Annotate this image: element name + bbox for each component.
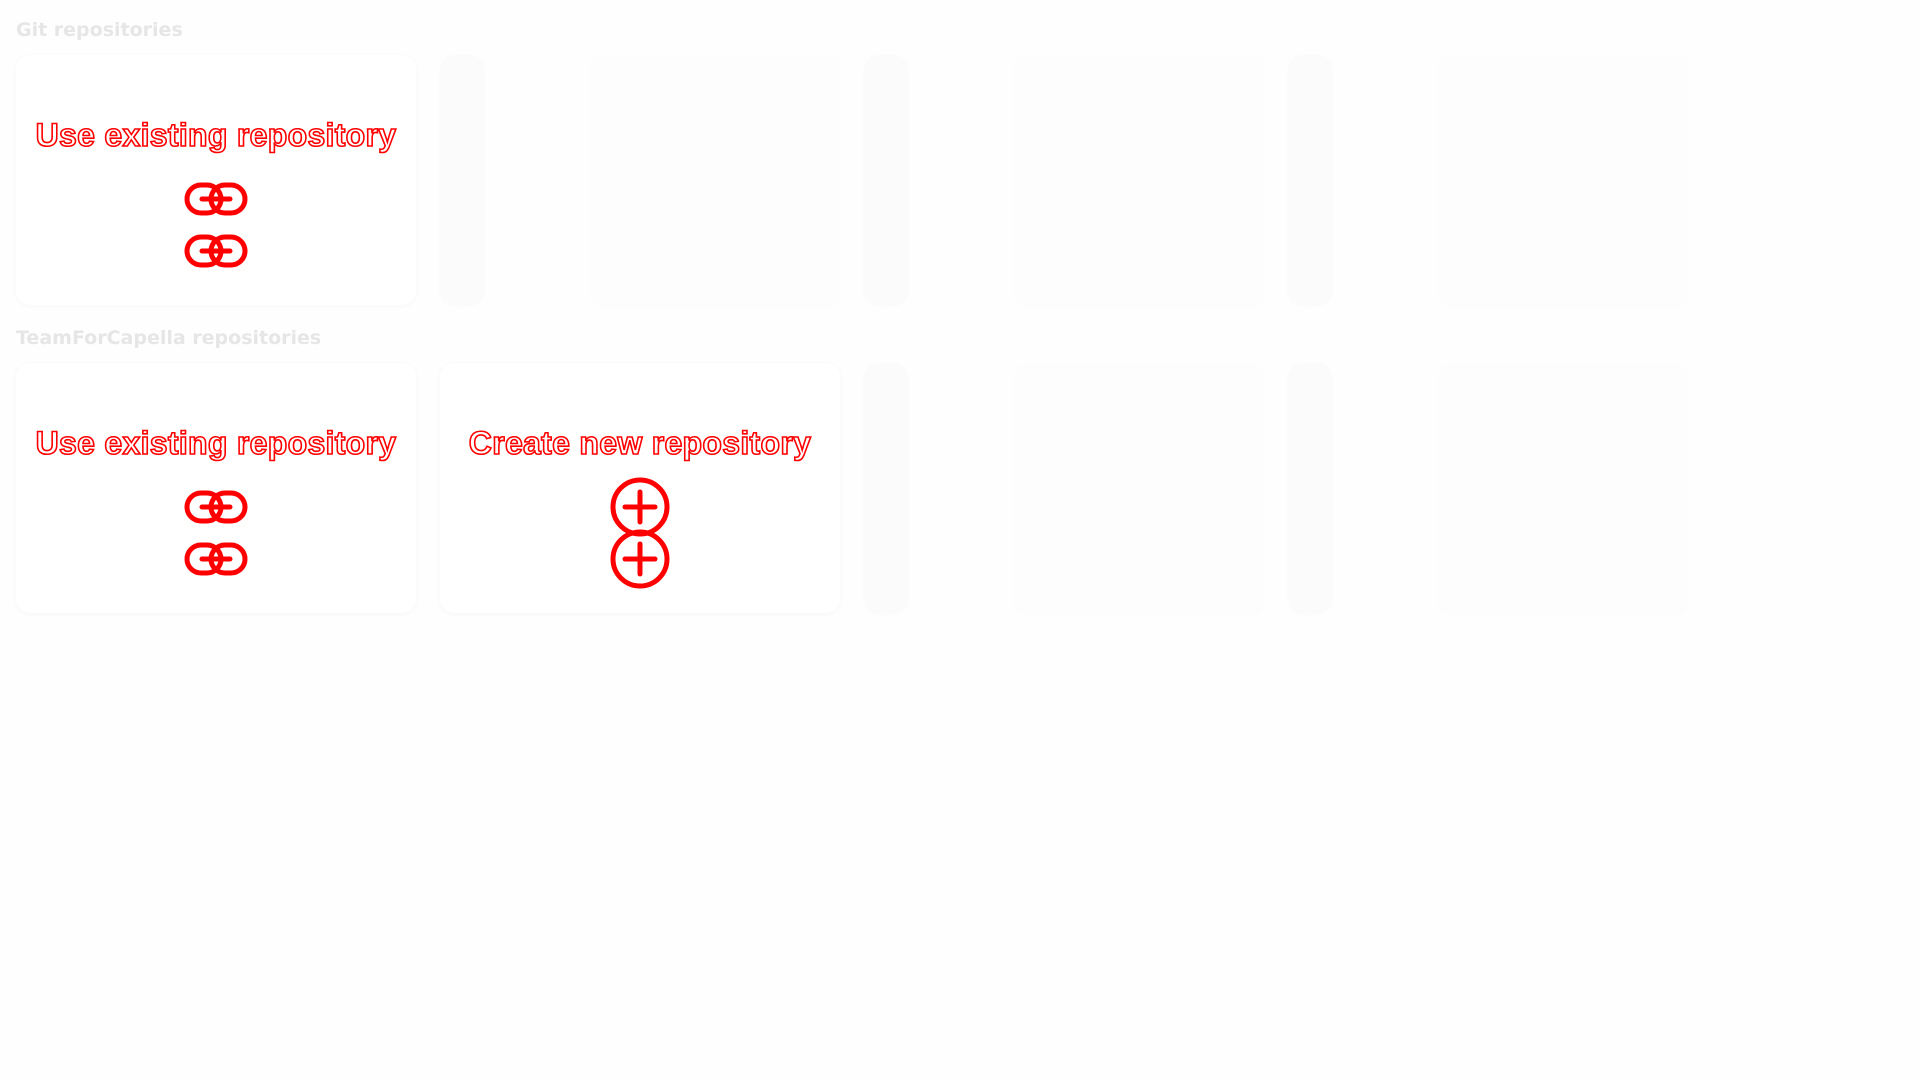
placeholder-tile: [1288, 55, 1688, 305]
placeholder-tile: [864, 55, 1264, 305]
placeholder-strip: [864, 363, 908, 613]
create-new-t4c-repository-button[interactable]: Create new repository: [440, 363, 840, 613]
placeholder-strip: [1288, 363, 1332, 613]
placeholder-panel: [590, 55, 840, 305]
tile-label: Create new repository: [468, 424, 812, 462]
placeholder-panel: [1014, 363, 1264, 613]
link-icon: [184, 234, 248, 268]
tile-label: Use existing repository: [35, 116, 397, 154]
placeholder-strip: [440, 55, 484, 305]
git-repositories-row: Use existing repository: [16, 55, 1696, 305]
add-circle-icon: [609, 528, 671, 590]
section-title-teamforcapella: TeamForCapella repositories: [16, 327, 322, 349]
placeholder-panel: [1014, 55, 1264, 305]
link-icon: [184, 182, 248, 216]
placeholder-panel: [1438, 55, 1688, 305]
use-existing-git-repository-button[interactable]: Use existing repository: [16, 55, 416, 305]
teamforcapella-repositories-row: Use existing repository Create new repos…: [16, 363, 1696, 613]
placeholder-strip: [1288, 55, 1332, 305]
section-title-git: Git repositories: [16, 19, 183, 41]
link-icon: [184, 542, 248, 576]
use-existing-t4c-repository-button[interactable]: Use existing repository: [16, 363, 416, 613]
placeholder-strip: [864, 55, 908, 305]
placeholder-tile: [1288, 363, 1688, 613]
placeholder-tile: [440, 55, 840, 305]
placeholder-panel: [1438, 363, 1688, 613]
tile-label: Use existing repository: [35, 424, 397, 462]
placeholder-tile: [864, 363, 1264, 613]
link-icon: [184, 490, 248, 524]
